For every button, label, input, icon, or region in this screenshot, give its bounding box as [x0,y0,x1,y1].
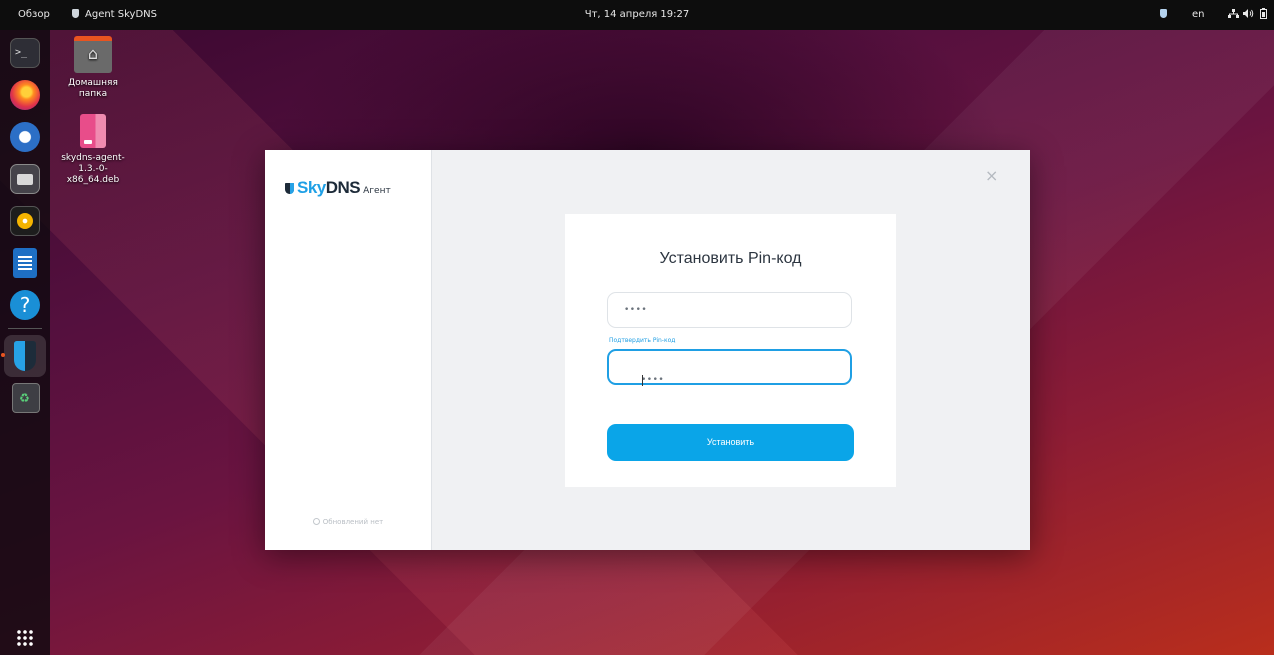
confirm-pin-label: Подтвердить Pin-код [609,337,676,344]
clock[interactable]: Чт, 14 апреля 19:27 [0,0,1274,30]
desktop-deb-file[interactable]: skydns-agent-1.3.-0-x86_64.deb [53,114,133,186]
update-status: Обновлений нет [265,518,431,526]
skydns-agent-window: SkyDNS Агент Обновлений нет × Установить … [265,150,1030,550]
pin-card: Установить Pin-код •••• Подтвердить Pin-… [565,214,896,487]
confirm-pin-value: •••• [641,375,665,385]
running-indicator [1,353,5,357]
logo-dns: DNS [325,178,361,197]
text-caret [642,375,643,386]
dock-separator [8,328,42,329]
logo-agent: Агент [363,186,391,196]
home-folder-icon [74,36,112,73]
volume-icon[interactable] [1243,0,1254,30]
deb-package-icon [80,114,106,148]
home-folder-label: Домашняя папка [68,78,118,99]
battery-icon[interactable] [1260,0,1267,30]
set-pin-button[interactable]: Установить [607,424,854,461]
terminal-icon[interactable]: >_ [10,38,40,68]
writer-icon[interactable] [13,248,37,278]
rhythmbox-icon[interactable] [10,206,40,236]
files-icon[interactable] [10,164,40,194]
skydns-logo-icon [285,183,294,194]
update-status-icon [312,518,320,525]
sidebar: SkyDNS Агент Обновлений нет [265,150,432,550]
close-icon[interactable]: × [985,166,998,185]
skydns-logo: SkyDNS Агент [285,178,391,198]
pin-input[interactable]: •••• [607,292,852,328]
page-title: Установить Pin-код [659,250,802,267]
keyboard-layout-indicator[interactable]: en [1192,0,1205,30]
thunderbird-icon[interactable] [10,122,40,152]
update-status-text: Обновлений нет [322,518,384,526]
confirm-pin-input[interactable]: •••• [607,349,852,386]
skydns-shield-icon [14,341,36,371]
network-icon[interactable] [1228,0,1239,30]
desktop-home-folder[interactable]: Домашняя папка [53,36,133,100]
show-apps-icon[interactable] [16,629,34,647]
pin-input-value: •••• [624,305,648,315]
deb-file-label: skydns-agent-1.3.-0-x86_64.deb [61,153,125,185]
trash-icon[interactable] [12,383,40,413]
top-bar: Обзор Agent SkyDNS Чт, 14 апреля 19:27 e… [0,0,1274,30]
skydns-tray-icon[interactable] [1160,0,1167,30]
skydns-agent-icon[interactable] [1,335,46,377]
logo-sky: Sky [297,178,326,197]
firefox-icon[interactable] [10,80,40,110]
dock: >_ ? [0,30,50,655]
help-icon[interactable]: ? [10,290,40,320]
